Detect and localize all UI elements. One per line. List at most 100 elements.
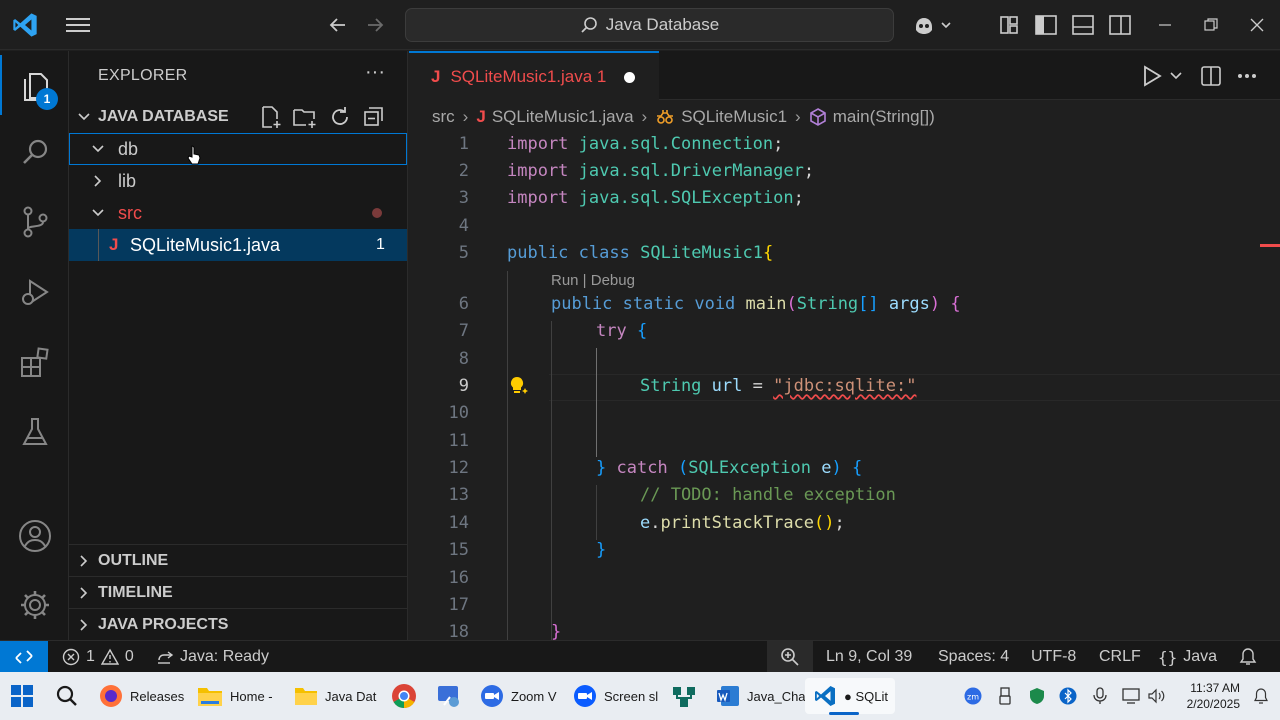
remote-indicator-icon[interactable] xyxy=(0,641,48,673)
forward-arrow-icon[interactable] xyxy=(358,8,392,42)
network-app-icon[interactable] xyxy=(671,678,697,714)
clock[interactable]: 11:37 AM 2/20/2025 xyxy=(1176,680,1240,712)
menu-icon[interactable] xyxy=(61,8,95,42)
breadcrumb-folder[interactable]: src xyxy=(432,107,455,127)
new-file-icon[interactable] xyxy=(258,105,282,129)
toggle-secondary-sidebar-icon[interactable] xyxy=(1103,8,1137,42)
extensions-icon[interactable] xyxy=(0,332,69,392)
code-line[interactable]: try { xyxy=(596,321,647,341)
testing-flask-icon[interactable] xyxy=(0,402,69,462)
source-control-icon[interactable] xyxy=(0,192,69,252)
language-mode[interactable]: {} Java xyxy=(1158,641,1217,673)
zoom-tray-icon[interactable]: zm xyxy=(963,686,983,706)
taskbar-zoom-workplace[interactable]: Zoom V xyxy=(480,678,557,714)
code-line[interactable]: import java.sql.SQLException; xyxy=(507,188,804,208)
java-projects-section-header[interactable]: JAVA PROJECTS xyxy=(69,609,407,641)
code-line[interactable]: } xyxy=(551,622,561,642)
copilot-icon[interactable] xyxy=(910,8,956,42)
settings-gear-icon[interactable] xyxy=(0,575,69,635)
command-center-search[interactable]: Java Database xyxy=(405,8,894,42)
code-line[interactable]: import java.sql.Connection; xyxy=(507,134,783,154)
sync-icon xyxy=(156,648,174,666)
class-symbol-icon xyxy=(655,108,675,126)
tree-folder-db[interactable]: db xyxy=(69,133,407,165)
run-debug-icon[interactable] xyxy=(0,262,69,322)
taskbar-app-label: ● SQLit xyxy=(844,688,888,704)
code-line[interactable]: public static void main(String[] args) { xyxy=(551,294,961,314)
split-editor-icon[interactable] xyxy=(1200,65,1222,87)
code-line[interactable]: e.printStackTrace(); xyxy=(640,513,845,533)
search-icon[interactable] xyxy=(0,122,69,182)
outline-section-header[interactable]: OUTLINE xyxy=(69,545,407,577)
tree-file-sqlitemusic1[interactable]: J SQLiteMusic1.java 1 xyxy=(69,229,407,261)
chrome-icon[interactable] xyxy=(391,678,417,714)
timeline-section-header[interactable]: TIMELINE xyxy=(69,577,407,609)
code-line[interactable]: public class SQLiteMusic1{ xyxy=(507,243,773,263)
more-actions-icon[interactable]: ··· xyxy=(365,61,385,84)
cursor-position[interactable]: Ln 9, Col 39 xyxy=(826,641,912,673)
zoom-icon[interactable] xyxy=(767,641,813,673)
encoding[interactable]: UTF-8 xyxy=(1031,641,1076,673)
display-tray-icon[interactable] xyxy=(1122,686,1142,706)
tree-folder-lib[interactable]: lib xyxy=(69,165,407,197)
run-java-icon[interactable] xyxy=(1142,65,1162,87)
microphone-tray-icon[interactable] xyxy=(1090,686,1110,706)
line-number: 4 xyxy=(458,216,469,236)
more-actions-icon[interactable] xyxy=(1237,73,1257,79)
editor-tab-sqlitemusic1[interactable]: J SQLiteMusic1.java 1 xyxy=(409,51,659,101)
end-of-line[interactable]: CRLF xyxy=(1099,641,1141,673)
volume-tray-icon[interactable] xyxy=(1146,686,1166,706)
taskbar-vscode-active[interactable]: ● SQLit xyxy=(805,678,895,715)
windows-start-icon[interactable] xyxy=(10,678,34,714)
codelens-run-debug[interactable]: Run | Debug xyxy=(551,272,635,289)
code-line[interactable]: String url = "jdbc:sqlite:" xyxy=(640,376,916,396)
taskbar-file-explorer[interactable]: Home - xyxy=(197,678,273,714)
breadcrumb-class[interactable]: SQLiteMusic1 xyxy=(681,107,787,127)
windows-taskbar: Releases Home - Java Dat Zoom V Screen s… xyxy=(0,672,1280,720)
unsaved-dot-icon[interactable] xyxy=(624,71,636,83)
taskbar-zoom-screen-share[interactable]: Screen sl xyxy=(573,678,658,714)
new-folder-icon[interactable] xyxy=(292,105,318,129)
code-line[interactable]: } catch (SQLException e) { xyxy=(596,458,862,478)
lightbulb-sparkle-icon[interactable] xyxy=(508,375,530,397)
taskbar-word[interactable]: Java_Cha xyxy=(716,678,806,714)
explorer-badge: 1 xyxy=(36,88,58,110)
restore-icon[interactable] xyxy=(1194,8,1228,42)
line-number: 12 xyxy=(448,458,469,478)
tree-folder-src[interactable]: src xyxy=(69,197,407,229)
close-icon[interactable] xyxy=(1240,8,1274,42)
java-status[interactable]: Java: Ready xyxy=(156,641,269,673)
bluetooth-tray-icon[interactable] xyxy=(1058,686,1078,706)
toggle-panel-icon[interactable] xyxy=(1066,8,1100,42)
back-arrow-icon[interactable] xyxy=(321,8,355,42)
breadcrumb-chevron-icon: › xyxy=(795,107,801,126)
minimize-icon[interactable] xyxy=(1148,8,1182,42)
breadcrumb-method[interactable]: main(String[]) xyxy=(833,107,935,127)
usb-tray-icon[interactable] xyxy=(995,686,1015,706)
code-line[interactable]: // TODO: handle exception xyxy=(640,485,896,505)
customize-layout-icon[interactable] xyxy=(992,8,1026,42)
notifications-bell-icon[interactable] xyxy=(1239,641,1257,673)
firefox-icon xyxy=(99,684,123,708)
taskbar-folder-java[interactable]: Java Dat xyxy=(294,678,376,714)
explorer-icon[interactable]: 1 xyxy=(0,55,69,115)
taskbar-search-icon[interactable] xyxy=(55,678,79,714)
toggle-primary-sidebar-icon[interactable] xyxy=(1029,8,1063,42)
indentation[interactable]: Spaces: 4 xyxy=(938,641,1009,673)
breadcrumb-file[interactable]: SQLiteMusic1.java xyxy=(492,107,634,127)
taskbar-firefox[interactable]: Releases xyxy=(99,678,184,714)
security-tray-icon[interactable] xyxy=(1027,686,1047,706)
code-line[interactable]: } xyxy=(596,540,606,560)
problems-indicator[interactable]: 1 0 xyxy=(62,641,134,673)
refresh-icon[interactable] xyxy=(328,105,352,129)
snipping-tool-icon[interactable] xyxy=(436,678,462,714)
taskbar-app-label: Java Dat xyxy=(325,688,377,704)
explorer-sidebar: EXPLORER ··· JAVA DATABASE db lib src J … xyxy=(69,51,408,640)
accounts-icon[interactable] xyxy=(0,506,69,566)
collapse-all-icon[interactable] xyxy=(362,105,386,129)
notification-bell-icon[interactable] xyxy=(1251,686,1271,706)
run-dropdown-chevron-icon[interactable] xyxy=(1169,70,1183,82)
project-section-header[interactable]: JAVA DATABASE xyxy=(69,101,407,133)
method-symbol-icon xyxy=(809,108,827,126)
code-line[interactable]: import java.sql.DriverManager; xyxy=(507,161,814,181)
